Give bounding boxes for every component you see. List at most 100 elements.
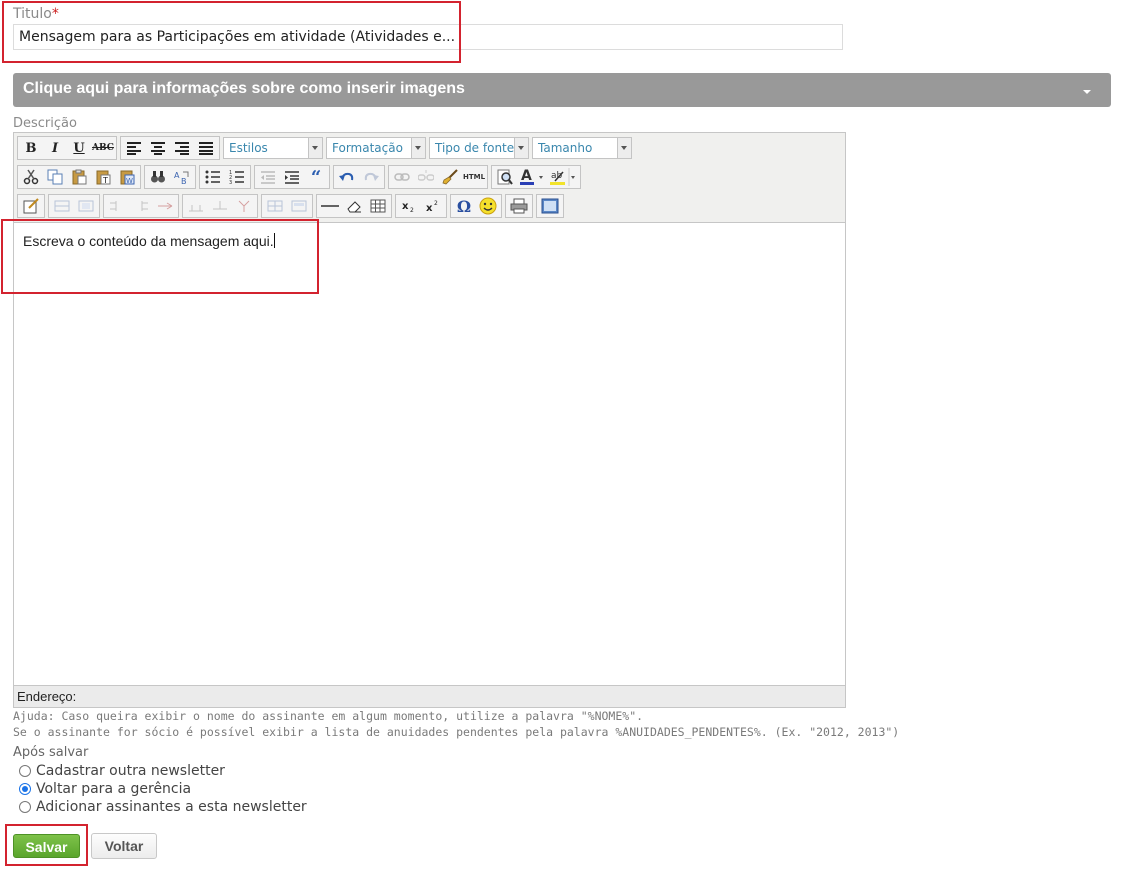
blockquote-button[interactable]: “ [304, 166, 328, 188]
link-group: HTML [388, 165, 488, 189]
back-button[interactable]: Voltar [91, 833, 157, 859]
undo-button[interactable] [335, 166, 359, 188]
save-button[interactable]: Salvar [13, 834, 80, 858]
html-source-button[interactable]: HTML [462, 166, 486, 188]
preview-icon [497, 169, 513, 185]
align-left-icon [127, 142, 141, 155]
outdent-button[interactable] [256, 166, 280, 188]
horizontal-rule-icon [321, 205, 339, 207]
editor-content-area[interactable]: Escreva o conteúdo da mensagem aqui. [14, 222, 845, 685]
svg-text:W: W [126, 177, 133, 185]
merge-cell-button[interactable] [208, 195, 232, 217]
link-button[interactable] [390, 166, 414, 188]
editor-path-bar: Endereço: [14, 685, 845, 707]
print-button[interactable] [507, 195, 531, 217]
brush-icon [442, 169, 458, 185]
special-char-button[interactable]: Ω [452, 195, 476, 217]
paste-text-button[interactable]: T [91, 166, 115, 188]
paste-word-button[interactable]: W [115, 166, 139, 188]
title-input[interactable]: Mensagem para as Participações em ativid… [13, 24, 843, 50]
insert-table-button[interactable] [366, 195, 390, 217]
svg-text:2: 2 [410, 207, 414, 213]
link-icon [394, 173, 410, 181]
edit-element-button[interactable] [19, 195, 43, 217]
find-button[interactable] [146, 166, 170, 188]
split-cell-icon [189, 205, 203, 212]
paste-word-icon: W [120, 170, 135, 185]
underline-button[interactable]: U [67, 137, 91, 159]
toolbar-row-1: B I U ABC Estilos Formatação Tipo de fon… [17, 135, 635, 161]
row-props-icon [291, 200, 307, 212]
strikethrough-button[interactable]: ABC [91, 137, 115, 159]
preview-color-group: A ab [491, 165, 581, 189]
align-right-button[interactable] [170, 137, 194, 159]
format-select[interactable]: Formatação [326, 137, 426, 159]
insert-row-before-button[interactable] [50, 195, 74, 217]
list-group: 123 [199, 165, 251, 189]
cell-props-button[interactable] [263, 195, 287, 217]
justify-button[interactable] [194, 137, 218, 159]
insert-col-before-button[interactable] [105, 195, 129, 217]
svg-text:A: A [521, 168, 532, 184]
preview-button[interactable] [493, 166, 517, 188]
split-cell-button[interactable] [184, 195, 208, 217]
svg-text:T: T [102, 176, 108, 185]
cleanup-button[interactable] [438, 166, 462, 188]
font-select[interactable]: Tipo de fonte [429, 137, 529, 159]
text-color-icon: A [520, 168, 543, 185]
numbered-list-button[interactable]: 123 [225, 166, 249, 188]
row-props-button[interactable] [287, 195, 311, 217]
outdent-icon [261, 171, 275, 184]
insert-col-after-button[interactable] [129, 195, 153, 217]
edit-group [17, 194, 45, 218]
delete-row-button[interactable] [232, 195, 256, 217]
indent-icon [285, 171, 299, 184]
radio-button-selected[interactable] [19, 783, 31, 795]
fullscreen-icon [541, 198, 559, 214]
size-select[interactable]: Tamanho [532, 137, 632, 159]
align-center-button[interactable] [146, 137, 170, 159]
radio-option-back-to-management[interactable]: Voltar para a gerência [19, 781, 191, 797]
row-after-icon [78, 200, 94, 212]
chevron-down-icon [1083, 90, 1091, 94]
remove-format-button[interactable] [342, 195, 366, 217]
radio-label: Adicionar assinantes a esta newsletter [36, 799, 307, 815]
smiley-icon [479, 197, 497, 215]
svg-text:2: 2 [434, 200, 438, 207]
insert-row-after-button[interactable] [74, 195, 98, 217]
styles-select[interactable]: Estilos [223, 137, 323, 159]
svg-text:x: x [426, 203, 433, 213]
radio-label: Voltar para a gerência [36, 781, 192, 797]
bullet-list-button[interactable] [201, 166, 225, 188]
undo-group [333, 165, 385, 189]
text-style-group: B I U ABC [17, 136, 117, 160]
font-select-value: Tipo de fonte [435, 141, 515, 155]
image-info-toggle[interactable]: Clique aqui para informações sobre como … [13, 73, 1111, 107]
justify-icon [199, 142, 213, 155]
text-color-button[interactable]: A [517, 166, 547, 188]
subscript-button[interactable]: x2 [397, 195, 421, 217]
superscript-button[interactable]: x2 [421, 195, 445, 217]
redo-button[interactable] [359, 166, 383, 188]
fullscreen-button[interactable] [538, 195, 562, 217]
copy-button[interactable] [43, 166, 67, 188]
italic-button[interactable]: I [43, 137, 67, 159]
align-left-button[interactable] [122, 137, 146, 159]
unlink-button[interactable] [414, 166, 438, 188]
radio-label: Cadastrar outra newsletter [36, 763, 225, 779]
delete-col-button[interactable] [153, 195, 177, 217]
radio-button[interactable] [19, 765, 31, 777]
indent-button[interactable] [280, 166, 304, 188]
svg-text:B: B [181, 177, 187, 185]
cut-button[interactable] [19, 166, 43, 188]
radio-option-new-newsletter[interactable]: Cadastrar outra newsletter [19, 763, 225, 779]
bold-button[interactable]: B [19, 137, 43, 159]
radio-button[interactable] [19, 801, 31, 813]
paste-button[interactable] [67, 166, 91, 188]
emoticon-button[interactable] [476, 195, 500, 217]
horizontal-rule-button[interactable] [318, 195, 342, 217]
replace-button[interactable]: AB [170, 166, 194, 188]
radio-option-add-subscribers[interactable]: Adicionar assinantes a esta newsletter [19, 799, 307, 815]
highlight-color-button[interactable]: ab [547, 166, 579, 188]
find-group: AB [144, 165, 196, 189]
